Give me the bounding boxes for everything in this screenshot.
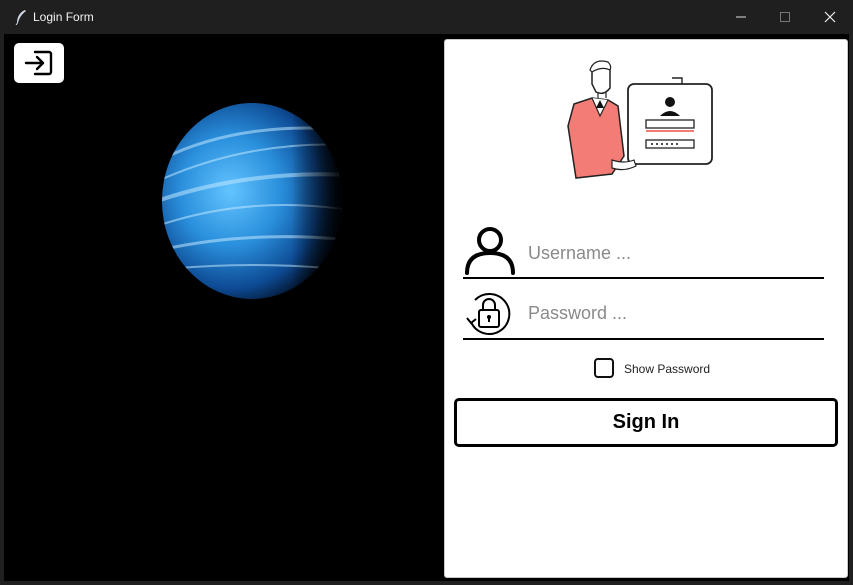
planet-image xyxy=(160,100,360,300)
sign-in-button[interactable]: Sign In xyxy=(454,398,838,447)
window-title: Login Form xyxy=(33,10,94,24)
exit-arrow-icon xyxy=(24,50,53,76)
show-password-checkbox[interactable] xyxy=(594,358,614,378)
minimize-icon xyxy=(736,16,746,18)
show-password-label[interactable]: Show Password xyxy=(624,362,710,376)
password-underline xyxy=(463,338,824,340)
username-input[interactable] xyxy=(528,237,822,269)
user-icon xyxy=(465,227,515,275)
username-underline xyxy=(463,277,824,279)
close-icon xyxy=(824,11,836,23)
title-bar: Login Form xyxy=(0,0,853,34)
lock-icon xyxy=(466,293,511,335)
minimize-button[interactable] xyxy=(718,0,764,34)
exit-button[interactable] xyxy=(14,43,64,83)
login-illustration xyxy=(564,56,716,186)
password-input[interactable] xyxy=(528,297,822,329)
maximize-icon xyxy=(780,12,790,22)
maximize-button[interactable] xyxy=(762,0,808,34)
close-button[interactable] xyxy=(807,0,853,34)
feather-app-icon xyxy=(15,10,26,25)
